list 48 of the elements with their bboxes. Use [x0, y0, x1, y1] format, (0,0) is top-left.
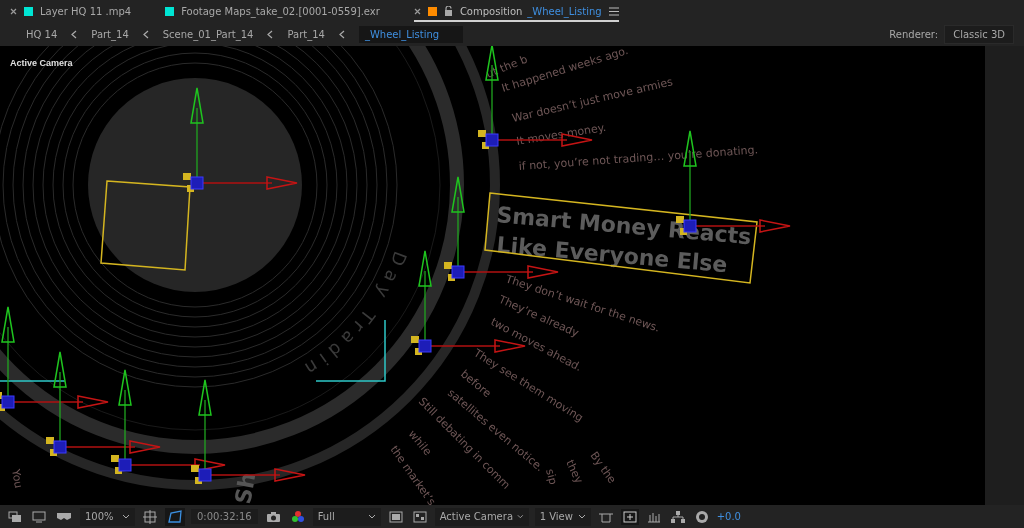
text-fragment: Sh: [230, 470, 261, 505]
monitor-icon[interactable]: [30, 508, 48, 525]
view-label: Active Camera: [10, 58, 73, 68]
transparency-grid-icon[interactable]: [410, 508, 429, 525]
lock-icon[interactable]: [443, 6, 453, 16]
caption-text: It moves money.: [515, 120, 607, 148]
breadcrumb-link[interactable]: Part_14: [91, 28, 129, 40]
chevron-left-icon: [267, 29, 274, 39]
camera-view-dropdown[interactable]: Active Camera: [434, 507, 529, 526]
axis-gizmo-drawing[interactable]: [46, 351, 161, 456]
breadcrumb-link[interactable]: Scene_01_Part_14: [162, 28, 254, 40]
layer-bounds[interactable]: [100, 180, 191, 271]
timecode-field[interactable]: 0:00:32:16: [191, 509, 258, 524]
resolution-dropdown[interactable]: Full: [312, 507, 381, 526]
caption-text: By the: [587, 449, 619, 486]
region-icon[interactable]: [386, 508, 405, 525]
breadcrumb-link[interactable]: Part_14: [287, 28, 325, 40]
axis-gizmo-drawing[interactable]: [111, 369, 226, 474]
zoom-dropdown[interactable]: 100%: [80, 507, 135, 526]
panel-tab[interactable]: Footage Maps_take_02.[0001-0559].exr: [165, 0, 380, 22]
layers-icon[interactable]: [6, 508, 24, 525]
close-icon[interactable]: [413, 7, 421, 15]
fast-preview-icon[interactable]: [620, 508, 639, 525]
flowchart-icon[interactable]: [668, 508, 687, 525]
renderer-button[interactable]: Classic 3D: [944, 24, 1014, 44]
caption-text: You: [9, 468, 26, 490]
view-layout-dropdown[interactable]: 1 View: [534, 507, 591, 526]
renderer-label: Renderer:: [889, 28, 939, 40]
chevron-left-icon: [142, 29, 149, 39]
axis-gizmo-drawing[interactable]: [0, 306, 109, 411]
caption-text: they: [563, 457, 586, 486]
panel-tab[interactable]: Composition _Wheel_Listing: [413, 0, 619, 22]
breadcrumb-link[interactable]: HQ 14: [26, 28, 58, 40]
chevron-left-icon: [338, 29, 345, 39]
menu-icon[interactable]: [608, 6, 619, 16]
panel-tab[interactable]: Layer HQ 11 .mp4: [10, 0, 132, 22]
caret-icon: [577, 514, 586, 519]
caption-text: sip: [543, 467, 560, 486]
caret-icon: [367, 514, 376, 519]
caret-icon: [122, 514, 130, 519]
breadcrumb-link[interactable]: _Wheel_Listing: [358, 25, 464, 43]
mask-path-icon[interactable]: [165, 507, 185, 526]
grid-icon[interactable]: [141, 507, 159, 526]
exposure-value[interactable]: +0.0: [716, 511, 741, 522]
close-icon[interactable]: [10, 7, 17, 15]
chevron-left-icon: [71, 29, 78, 39]
axis-gizmo-drawing[interactable]: [183, 87, 298, 192]
caret-icon: [517, 514, 524, 519]
